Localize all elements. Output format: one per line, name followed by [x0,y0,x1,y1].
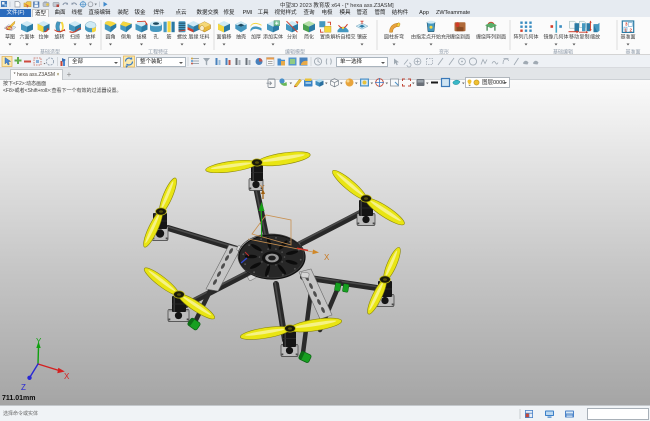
svg-text:缠绕到面: 缠绕到面 [450,34,470,41]
svg-text:坯料: 坯料 [199,34,209,41]
svg-text:筋: 筋 [166,34,171,41]
svg-text:置换: 置换 [320,34,330,41]
svg-text:拉伸: 拉伸 [38,34,48,41]
svg-text:旋转: 旋转 [54,34,64,41]
svg-text:基准面: 基准面 [620,34,635,41]
svg-text:拔模: 拔模 [136,34,146,41]
svg-text:由指定点开始充形: 由指定点开始充形 [411,34,451,41]
svg-text:圆柱折弯: 圆柱折弯 [384,34,404,41]
svg-text:放样: 放样 [85,34,95,41]
svg-text:Z: Z [21,383,26,392]
svg-text:面偏移: 面偏移 [216,34,231,41]
svg-text:Y: Y [260,185,265,192]
svg-text:倒角: 倒角 [121,34,131,41]
svg-text:X: X [324,253,330,262]
svg-text:X: X [64,372,70,381]
svg-text:圆角: 圆角 [105,34,115,41]
svg-text:阵列几何体: 阵列几何体 [513,34,538,41]
svg-text:移动: 移动 [569,34,579,41]
svg-text:缩放: 缩放 [590,34,600,41]
svg-text:草图: 草图 [5,34,15,41]
svg-text:缠绕阵列到面: 缠绕阵列到面 [476,34,506,41]
svg-text:复制: 复制 [579,34,589,41]
svg-text:抽壳: 抽壳 [236,34,246,41]
svg-text:镜像几何体: 镜像几何体 [543,34,568,41]
svg-text:螺纹: 螺纹 [177,34,187,41]
svg-text:孔: 孔 [153,34,158,41]
svg-text:分割: 分割 [287,34,297,41]
svg-text:六面体: 六面体 [19,34,34,41]
svg-text:解析自相交: 解析自相交 [330,34,355,41]
svg-text:镶嵌: 镶嵌 [357,34,367,41]
svg-text:添加实体: 添加实体 [263,34,283,41]
svg-text:简化: 简化 [304,34,314,41]
svg-text:加厚: 加厚 [251,34,261,41]
svg-text:唇缘: 唇缘 [188,34,198,41]
svg-text:Y: Y [36,337,42,346]
svg-text:扫掠: 扫掠 [70,34,80,41]
